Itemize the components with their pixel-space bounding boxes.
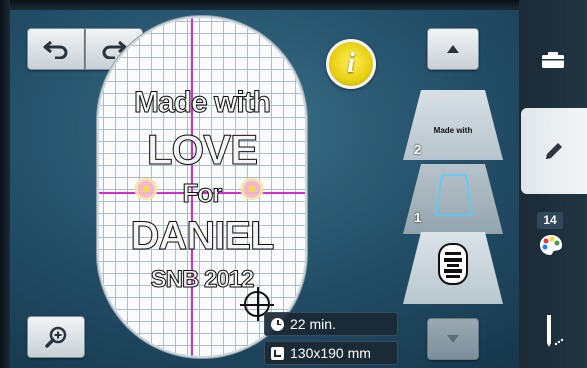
needle-icon xyxy=(547,315,564,347)
undo-arrow-icon xyxy=(43,40,68,59)
stitch-time-badge: 22 min. xyxy=(264,312,398,336)
pencil-icon xyxy=(546,143,562,159)
layer-item-0[interactable] xyxy=(403,232,503,304)
resize-icon xyxy=(271,346,284,360)
clock-icon xyxy=(271,317,284,331)
frame-top xyxy=(0,0,587,10)
undo-button[interactable] xyxy=(27,28,85,70)
needle-tab[interactable] xyxy=(527,306,579,356)
folder-tab[interactable] xyxy=(527,38,579,82)
layer-number-1: 1 xyxy=(414,210,422,225)
design-line-2: LOVE xyxy=(146,126,258,174)
zoom-in-icon xyxy=(45,326,67,348)
design-size-value: 130x190 mm xyxy=(290,345,371,361)
thread-color-tab[interactable]: 14 xyxy=(527,210,579,266)
color-palette-icon xyxy=(540,235,562,255)
edit-tab[interactable] xyxy=(521,108,587,194)
embroidery-edit-screen: Made with LOVE For DANIEL SNB 2012 i 22 … xyxy=(0,0,587,368)
design-line-5: SNB 2012 xyxy=(150,266,255,294)
frame-left xyxy=(0,0,10,368)
design-thumbnail xyxy=(438,243,468,285)
design-line-1: Made with xyxy=(133,86,271,120)
thread-count-badge: 14 xyxy=(537,212,563,229)
arrow-up-icon xyxy=(447,45,459,53)
layer-scroll-down-button[interactable] xyxy=(427,318,479,360)
folder-icon xyxy=(542,52,564,68)
stitch-time-value: 22 min. xyxy=(290,316,336,332)
design-size-badge: 130x190 mm xyxy=(264,341,398,365)
layer-thumbnail-text: Made with xyxy=(433,126,473,135)
embroidery-hoop-canvas[interactable]: Made with LOVE For DANIEL SNB 2012 xyxy=(97,16,307,358)
hoop-outline-thumbnail xyxy=(435,174,473,216)
info-button[interactable]: i xyxy=(326,39,376,89)
arrow-down-icon xyxy=(447,335,459,343)
layer-scroll-up-button[interactable] xyxy=(427,28,479,70)
layer-number-2: 2 xyxy=(414,142,422,157)
design-line-4: DANIEL xyxy=(130,214,275,259)
zoom-in-button[interactable] xyxy=(27,316,85,358)
design-line-3: For xyxy=(182,178,223,209)
